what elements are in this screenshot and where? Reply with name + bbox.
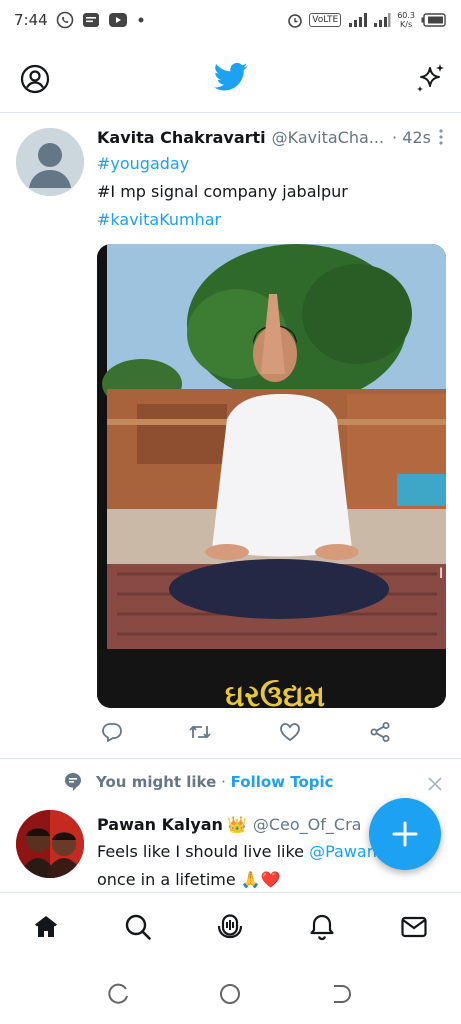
- tweet-time: · 42s: [392, 127, 431, 147]
- tweet-media-video[interactable]: ઘરઉદ્યમ I: [97, 244, 446, 708]
- crown-emoji: 👑: [226, 814, 247, 834]
- tweet-actions: [100, 720, 400, 748]
- status-bar: 7:44 VoLTE 60.3 K/s: [0, 0, 461, 40]
- mail-icon[interactable]: [400, 913, 428, 941]
- share-icon[interactable]: [368, 720, 392, 744]
- suggestion-dot: ·: [216, 773, 231, 791]
- tweet-divider: [0, 758, 461, 759]
- suggested-user-name[interactable]: Pawan Kalyan: [97, 815, 223, 834]
- whatsapp-icon: [56, 11, 74, 29]
- tweet[interactable]: Kavita Chakravarti @KavitaCha... · 42s #…: [0, 114, 461, 758]
- tweet-avatar[interactable]: [16, 128, 84, 196]
- tweet-text-line: #I mp signal company jabalpur: [97, 182, 348, 201]
- home-icon[interactable]: [32, 913, 60, 941]
- top-app-bar: [0, 48, 461, 110]
- tweet-header: Kavita Chakravarti @KavitaCha... · 42s: [97, 124, 447, 150]
- tweet-hashtag-kavitakumhar[interactable]: #kavitaKumhar: [97, 206, 447, 234]
- you-might-like-header: You might like · Follow Topic: [64, 772, 334, 792]
- system-navigation: [0, 962, 461, 1024]
- suggested-user-avatar[interactable]: [16, 810, 84, 878]
- suggested-tweet-line-1: Feels like I should live like @Pawan: [97, 842, 377, 861]
- search-icon[interactable]: [124, 913, 152, 941]
- volte-badge: VoLTE: [309, 13, 342, 27]
- back-icon[interactable]: [330, 982, 354, 1006]
- media-caption: ઘરઉદ્યમ: [225, 679, 325, 708]
- youtube-icon: [108, 12, 128, 28]
- more-options-icon[interactable]: [435, 129, 447, 145]
- topic-bubble-icon: [64, 772, 82, 792]
- suggested-tweet-body: Pawan Kalyan 👑 @Ceo_Of_Cra Feels like I …: [97, 810, 387, 894]
- reply-icon[interactable]: [100, 720, 124, 744]
- bell-icon[interactable]: [308, 913, 336, 941]
- bottom-navigation: [0, 892, 461, 962]
- media-edge-text: I: [439, 566, 443, 582]
- suggested-tweet-line-2: once in a lifetime 🙏❤️: [97, 870, 281, 889]
- battery-icon: [421, 13, 447, 27]
- retweet-icon[interactable]: [188, 720, 212, 744]
- recents-icon[interactable]: [106, 982, 130, 1006]
- close-icon[interactable]: [427, 776, 443, 792]
- status-time: 7:44: [14, 11, 48, 29]
- notification-dot-icon: [136, 15, 146, 25]
- follow-topic-link[interactable]: Follow Topic: [231, 773, 334, 791]
- message-icon: [82, 12, 100, 28]
- profile-icon[interactable]: [20, 64, 50, 94]
- you-might-like-label: You might like: [96, 773, 217, 791]
- heart-icon[interactable]: [278, 720, 302, 744]
- sparkle-icon[interactable]: [414, 62, 446, 94]
- appbar-divider: [0, 112, 461, 113]
- tweet-hashtag-yougaday[interactable]: #yougaday: [97, 150, 447, 178]
- plus-icon: [392, 821, 418, 847]
- suggested-tweet-header: Pawan Kalyan 👑 @Ceo_Of_Cra: [97, 810, 387, 838]
- suggested-user-handle[interactable]: @Ceo_Of_Cra: [253, 815, 362, 834]
- suggested-mention[interactable]: @Pawan: [309, 842, 377, 861]
- alarm-icon: [287, 12, 303, 28]
- home-button-icon[interactable]: [218, 982, 242, 1006]
- twitter-bird-icon: [213, 62, 248, 92]
- signal-icon: [347, 13, 368, 27]
- spaces-icon[interactable]: [216, 913, 244, 941]
- compose-tweet-button[interactable]: [369, 798, 441, 870]
- tweet-author-name[interactable]: Kavita Chakravarti: [97, 128, 266, 147]
- signal-icon-2: [373, 13, 391, 27]
- network-speed: 60.3 K/s: [397, 11, 415, 29]
- tweet-author-handle[interactable]: @KavitaCha...: [272, 128, 384, 147]
- tweet-body: Kavita Chakravarti @KavitaCha... · 42s #…: [97, 124, 447, 234]
